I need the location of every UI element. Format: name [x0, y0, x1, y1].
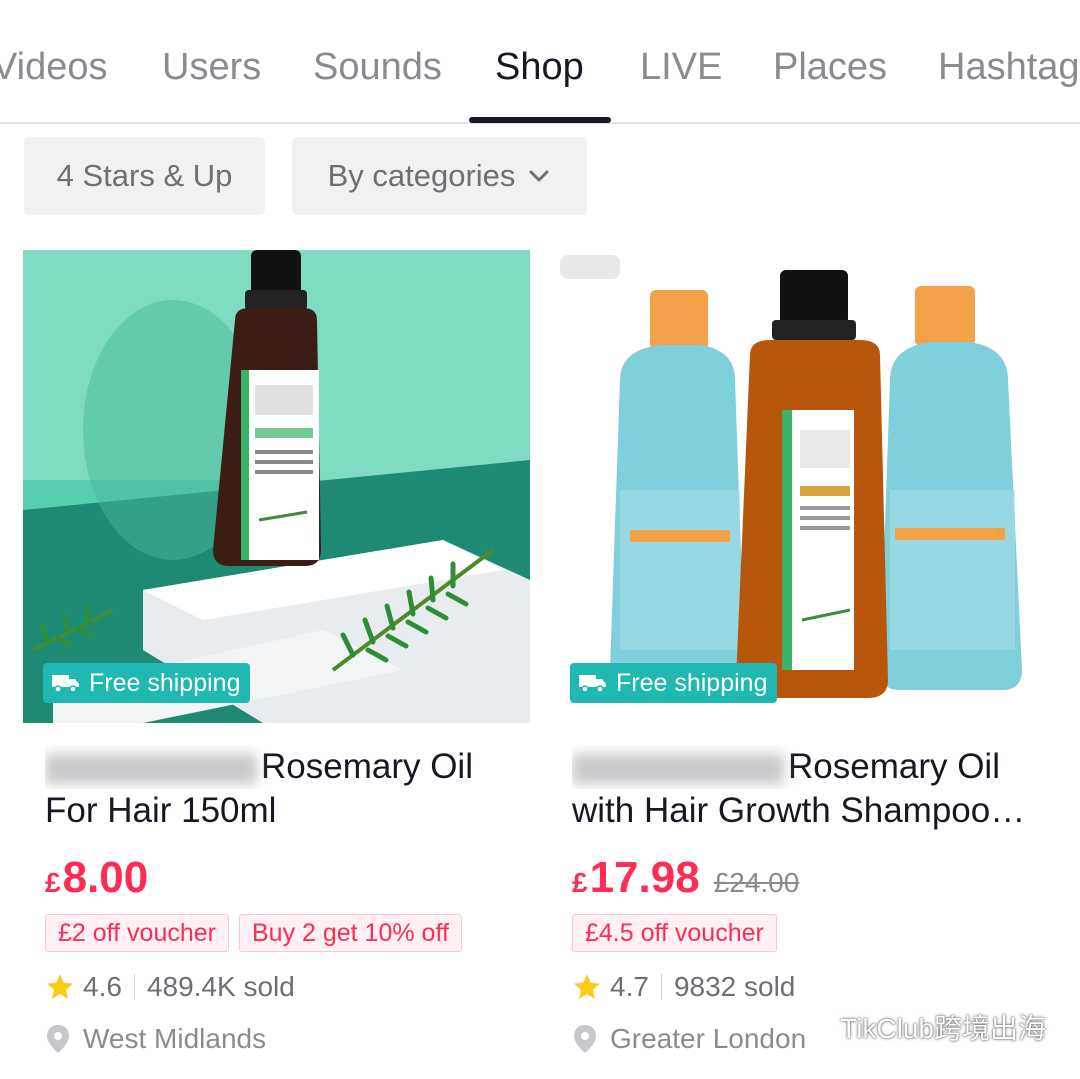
- rosemary-oil-shampoo-photo: [550, 250, 1057, 723]
- truck-icon: [52, 675, 79, 693]
- category-filter-button[interactable]: By categories: [292, 137, 587, 215]
- star-icon: [574, 974, 600, 999]
- free-shipping-badge: Free shipping: [570, 663, 778, 703]
- rosemary-oil-photo: [23, 250, 530, 723]
- product-image[interactable]: Free shipping: [550, 250, 1057, 723]
- location-pin-icon: [574, 1025, 596, 1053]
- rating-filter-label: 4 Stars & Up: [56, 158, 233, 193]
- price-row: £17.98 £24.00: [572, 853, 799, 903]
- product-title[interactable]: Rosemary Oil For Hair 150ml: [45, 745, 515, 833]
- product-card[interactable]: Free shipping Rosemary Oil For Hair 150m…: [23, 250, 530, 1079]
- product-image[interactable]: Free shipping: [23, 250, 530, 723]
- divider: [133, 974, 135, 1000]
- product-rating: 4.7: [610, 971, 649, 1002]
- free-shipping-badge: Free shipping: [43, 663, 251, 703]
- active-tab-indicator: [469, 117, 611, 123]
- product-title[interactable]: Rosemary Oil with Hair Growth Shampoo…: [572, 745, 1042, 833]
- tab-hashtag[interactable]: Hashtag: [938, 46, 1080, 89]
- voucher-tag[interactable]: £4.5 off voucher: [572, 914, 777, 952]
- tab-live[interactable]: LIVE: [640, 46, 722, 89]
- location-row: West Midlands: [45, 1023, 266, 1055]
- rating-row: 4.7 9832 sold: [572, 971, 795, 1003]
- original-price: £24.00: [713, 867, 800, 898]
- tab-sounds[interactable]: Sounds: [313, 46, 442, 89]
- watermark: TikClub跨境出海: [792, 1007, 1046, 1047]
- blurred-brand: [45, 753, 257, 784]
- truck-icon: [579, 675, 606, 693]
- product-info: Rosemary Oil For Hair 150ml £8.00 £2 off…: [23, 723, 530, 1079]
- product-price: £17.98: [572, 853, 700, 902]
- location-row: Greater London: [572, 1023, 806, 1055]
- watermark-text: TikClub跨境出海: [840, 1013, 1046, 1044]
- voucher-list: £4.5 off voucher: [572, 914, 777, 952]
- product-price: £8.00: [45, 853, 149, 902]
- location-pin-icon: [47, 1025, 69, 1053]
- tab-shop[interactable]: Shop: [495, 46, 584, 89]
- product-card[interactable]: Free shipping Rosemary Oil with Hair Gro…: [550, 250, 1057, 1079]
- divider: [660, 974, 662, 1000]
- sold-count: 9832 sold: [673, 971, 796, 1002]
- rating-row: 4.6 489.4K sold: [45, 971, 295, 1003]
- wechat-icon: [793, 1012, 831, 1041]
- sold-count: 489.4K sold: [146, 971, 295, 1002]
- chevron-down-icon: [529, 170, 549, 182]
- product-rating: 4.6: [83, 971, 122, 1002]
- tab-videos[interactable]: Videos: [0, 46, 108, 89]
- voucher-list: £2 off voucher Buy 2 get 10% off: [45, 914, 462, 952]
- search-tabs: Videos Users Sounds Shop LIVE Places Has…: [0, 0, 1080, 124]
- free-shipping-label: Free shipping: [616, 668, 768, 697]
- tab-users[interactable]: Users: [162, 46, 261, 89]
- rating-filter-button[interactable]: 4 Stars & Up: [24, 137, 265, 215]
- seller-location: West Midlands: [83, 1023, 267, 1054]
- price-row: £8.00: [45, 853, 148, 903]
- voucher-tag[interactable]: £2 off voucher: [45, 914, 229, 952]
- category-filter-label: By categories: [327, 158, 516, 193]
- blurred-brand: [572, 753, 784, 784]
- free-shipping-label: Free shipping: [89, 668, 241, 697]
- promotion-tag[interactable]: Buy 2 get 10% off: [238, 914, 462, 952]
- seller-location: Greater London: [610, 1023, 807, 1054]
- tab-places[interactable]: Places: [773, 46, 887, 89]
- star-icon: [47, 974, 73, 999]
